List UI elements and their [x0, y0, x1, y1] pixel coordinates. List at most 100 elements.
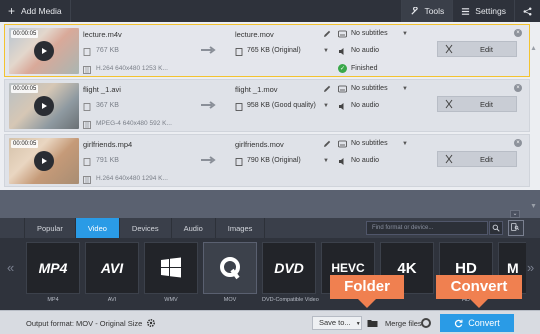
video-info-icon	[83, 176, 91, 184]
top-toolbar: + Add Media Tools Settings	[0, 0, 540, 22]
quicktime-logo-icon	[203, 242, 257, 294]
tab-images[interactable]: Images	[216, 218, 266, 238]
subtitles-select[interactable]: No subtitles	[351, 30, 388, 37]
file-row[interactable]: 00:00:05 flight _1.avi 367 KB MPEG-4 640…	[4, 79, 530, 132]
audio-select[interactable]: No audio	[351, 102, 379, 109]
format-caption: AVI	[107, 297, 117, 303]
audio-select[interactable]: No audio	[351, 157, 379, 164]
collapse-panel-handle[interactable]: ⌄	[510, 210, 520, 218]
add-media-button[interactable]: + Add Media	[0, 0, 71, 22]
bottom-bar: Output format: MOV - Original Size Save …	[0, 310, 540, 334]
dvd-logo: DVD	[262, 242, 316, 294]
scissors-icon	[445, 154, 453, 164]
format-caption: WMV	[164, 297, 178, 303]
speaker-icon	[339, 158, 344, 165]
play-icon	[42, 103, 47, 109]
share-button[interactable]	[514, 0, 540, 22]
audio-select[interactable]: No audio	[351, 47, 379, 54]
chevron-down-icon[interactable]: ▼	[323, 103, 329, 109]
mp4-logo: MP4	[26, 242, 80, 294]
output-file-icon	[235, 158, 243, 166]
avi-logo: AVI	[85, 242, 139, 294]
duration-badge: 00:00:05	[11, 140, 39, 148]
output-filename: lecture.mov	[235, 30, 274, 39]
rename-pencil-icon[interactable]	[323, 85, 331, 93]
source-size: 367 KB	[96, 102, 119, 109]
settings-button[interactable]: Settings	[452, 0, 514, 22]
scissors-icon	[445, 44, 453, 54]
format-caption: DVD-Compatible Video	[262, 297, 319, 303]
share-icon	[523, 7, 532, 15]
folder-icon[interactable]	[367, 318, 378, 328]
save-to-label: Save to...	[319, 318, 351, 327]
output-file-icon	[235, 48, 243, 56]
video-thumbnail[interactable]: 00:00:05	[9, 83, 79, 129]
tools-button[interactable]: Tools	[401, 0, 453, 22]
output-filename: girlfriends.mov	[235, 140, 284, 149]
detect-device-button[interactable]	[508, 220, 524, 236]
chevron-down-icon[interactable]: ▼	[323, 158, 329, 164]
edit-label: Edit	[480, 99, 493, 109]
file-row[interactable]: 00:00:05 girlfriends.mp4 791 KB H.264 64…	[4, 134, 530, 187]
rename-pencil-icon[interactable]	[323, 30, 331, 38]
chevron-down-icon[interactable]: ▼	[323, 48, 329, 54]
output-filename: flight _1.mov	[235, 85, 278, 94]
status-text: Finished	[351, 65, 378, 72]
video-thumbnail[interactable]: 00:00:05	[9, 28, 79, 74]
edit-button[interactable]: Edit	[437, 41, 517, 57]
output-size[interactable]: 958 KB (Good quality)	[247, 102, 316, 109]
chevron-right-icon[interactable]: »	[527, 260, 534, 275]
scrollbar[interactable]	[531, 46, 536, 208]
rename-pencil-icon[interactable]	[323, 140, 331, 148]
settings-label: Settings	[475, 6, 506, 16]
subtitles-icon	[338, 85, 347, 93]
output-size[interactable]: 790 KB (Original)	[247, 157, 301, 164]
merge-files-toggle[interactable]	[421, 318, 431, 328]
play-button[interactable]	[34, 41, 54, 61]
play-button[interactable]	[34, 151, 54, 171]
remove-file-icon[interactable]: ×	[514, 29, 522, 37]
remove-file-icon[interactable]: ×	[514, 139, 522, 147]
play-button[interactable]	[34, 96, 54, 116]
edit-label: Edit	[480, 154, 493, 164]
format-caption: MP4	[47, 297, 59, 303]
format-mp4[interactable]: MP4 MP4	[26, 242, 80, 306]
tools-label: Tools	[424, 6, 445, 16]
arrow-right-icon	[201, 156, 216, 164]
tab-video[interactable]: Video	[75, 218, 120, 238]
refresh-icon	[455, 319, 463, 327]
edit-button[interactable]: Edit	[437, 96, 517, 112]
tab-devices[interactable]: Devices	[120, 218, 172, 238]
chevron-down-icon[interactable]: ▼	[402, 86, 408, 92]
arrow-right-icon	[201, 101, 216, 109]
video-thumbnail[interactable]: 00:00:05	[9, 138, 79, 184]
speaker-icon	[339, 48, 344, 55]
wrench-icon	[411, 6, 419, 15]
subtitles-select[interactable]: No subtitles	[351, 85, 388, 92]
format-search-input[interactable]: Find format or device...	[366, 221, 488, 235]
source-codec: H.264 640x480 1253 K...	[96, 65, 168, 72]
play-icon	[42, 158, 47, 164]
output-size[interactable]: 765 KB (Original)	[247, 47, 301, 54]
tab-audio[interactable]: Audio	[172, 218, 216, 238]
chevron-left-icon[interactable]: «	[7, 260, 14, 275]
format-mov[interactable]: MOV	[203, 242, 257, 306]
file-row[interactable]: 00:00:05 lecture.m4v 767 KB H.264 640x48…	[4, 24, 530, 77]
save-to-dropdown[interactable]: Save to... ▼	[312, 316, 362, 330]
remove-file-icon[interactable]: ×	[514, 84, 522, 92]
format-avi[interactable]: AVI AVI	[85, 242, 139, 306]
convert-button[interactable]: Convert	[440, 314, 514, 332]
chevron-down-icon[interactable]: ▼	[402, 31, 408, 37]
subtitles-select[interactable]: No subtitles	[351, 140, 388, 147]
video-info-icon	[83, 66, 91, 74]
plus-icon: +	[8, 4, 16, 18]
tab-popular[interactable]: Popular	[24, 218, 76, 238]
gear-icon[interactable]	[146, 318, 156, 328]
file-list: 00:00:05 lecture.m4v 767 KB H.264 640x48…	[0, 22, 540, 208]
format-wmv[interactable]: WMV	[144, 242, 198, 306]
format-dvd[interactable]: DVD DVD-Compatible Video	[262, 242, 319, 306]
chevron-down-icon[interactable]: ▼	[402, 141, 408, 147]
file-icon	[83, 48, 91, 56]
edit-button[interactable]: Edit	[437, 151, 517, 167]
search-button[interactable]	[489, 221, 503, 235]
